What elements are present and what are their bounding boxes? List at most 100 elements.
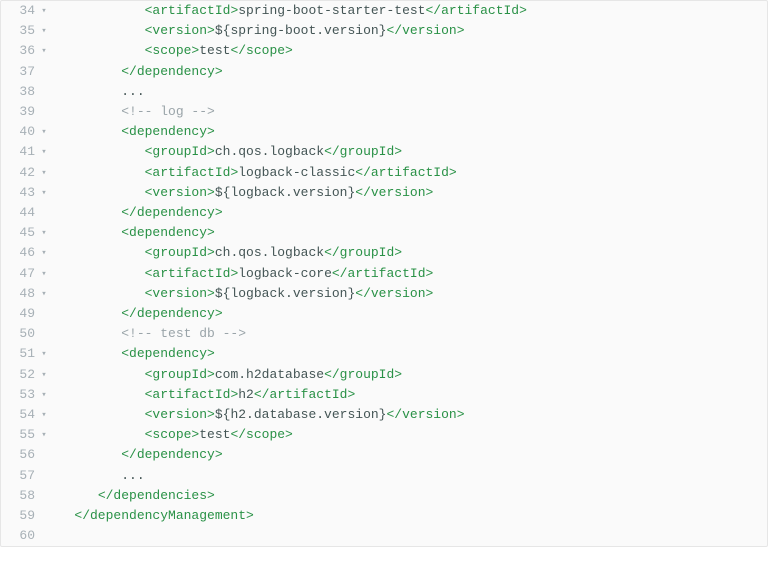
line-number: 59 [1, 506, 37, 526]
xml-tag: </artifactId> [355, 165, 456, 180]
code-line: 34▾ <artifactId>spring-boot-starter-test… [1, 1, 767, 21]
code-content: </dependencies> [51, 486, 767, 506]
xml-text: ${spring-boot.version} [215, 23, 387, 38]
line-number: 51 [1, 344, 37, 364]
line-number: 55 [1, 425, 37, 445]
line-number: 47 [1, 264, 37, 284]
fold-toggle-icon[interactable]: ▾ [37, 264, 51, 284]
fold-toggle-icon[interactable]: ▾ [37, 385, 51, 405]
line-number: 39 [1, 102, 37, 122]
line-number: 35 [1, 21, 37, 41]
line-number: 52 [1, 365, 37, 385]
code-line: 50 <!-- test db --> [1, 324, 767, 344]
xml-tag: <groupId> [145, 144, 215, 159]
xml-text: test [199, 427, 230, 442]
fold-toggle-icon[interactable]: ▾ [37, 405, 51, 425]
line-number: 57 [1, 466, 37, 486]
code-line: 37 </dependency> [1, 62, 767, 82]
xml-text: test [199, 43, 230, 58]
code-line: 60 [1, 526, 767, 546]
code-content: <artifactId>logback-core</artifactId> [51, 264, 767, 284]
code-content: <version>${logback.version}</version> [51, 284, 767, 304]
code-line: 46▾ <groupId>ch.qos.logback</groupId> [1, 243, 767, 263]
xml-text: com.h2database [215, 367, 324, 382]
xml-text: ${h2.database.version} [215, 407, 387, 422]
line-number: 58 [1, 486, 37, 506]
code-content: </dependencyManagement> [51, 506, 767, 526]
code-line: 52▾ <groupId>com.h2database</groupId> [1, 365, 767, 385]
line-number: 53 [1, 385, 37, 405]
fold-toggle-icon[interactable]: ▾ [37, 243, 51, 263]
code-content: <scope>test</scope> [51, 41, 767, 61]
code-content: ... [51, 466, 767, 486]
xml-tag: <groupId> [145, 245, 215, 260]
code-line: 39 <!-- log --> [1, 102, 767, 122]
fold-toggle-icon[interactable]: ▾ [37, 183, 51, 203]
xml-tag: </scope> [230, 427, 292, 442]
xml-text: h2 [238, 387, 254, 402]
fold-toggle-icon[interactable]: ▾ [37, 1, 51, 21]
code-line: 43▾ <version>${logback.version}</version… [1, 183, 767, 203]
code-line: 36▾ <scope>test</scope> [1, 41, 767, 61]
code-content: <groupId>ch.qos.logback</groupId> [51, 142, 767, 162]
xml-tag: </groupId> [324, 245, 402, 260]
line-number: 43 [1, 183, 37, 203]
xml-tag: <artifactId> [145, 266, 239, 281]
code-content: <artifactId>spring-boot-starter-test</ar… [51, 1, 767, 21]
code-content: </dependency> [51, 203, 767, 223]
fold-toggle-icon[interactable]: ▾ [37, 21, 51, 41]
code-content: <dependency> [51, 344, 767, 364]
code-content: <artifactId>h2</artifactId> [51, 385, 767, 405]
code-line: 54▾ <version>${h2.database.version}</ver… [1, 405, 767, 425]
line-number: 34 [1, 1, 37, 21]
code-content: <dependency> [51, 122, 767, 142]
xml-tag: </version> [386, 23, 464, 38]
xml-tag: <version> [145, 23, 215, 38]
fold-toggle-icon[interactable]: ▾ [37, 163, 51, 183]
code-content: <version>${h2.database.version}</version… [51, 405, 767, 425]
xml-tag: <dependency> [121, 346, 215, 361]
xml-tag: </dependency> [121, 447, 222, 462]
xml-tag: </artifactId> [425, 3, 526, 18]
fold-toggle-icon[interactable]: ▾ [37, 284, 51, 304]
line-number: 37 [1, 62, 37, 82]
xml-tag: </version> [355, 286, 433, 301]
line-number: 48 [1, 284, 37, 304]
code-line: 56 </dependency> [1, 445, 767, 465]
line-number: 49 [1, 304, 37, 324]
code-line: 47▾ <artifactId>logback-core</artifactId… [1, 264, 767, 284]
line-number: 38 [1, 82, 37, 102]
fold-toggle-icon[interactable]: ▾ [37, 344, 51, 364]
code-line: 48▾ <version>${logback.version}</version… [1, 284, 767, 304]
code-content: <version>${spring-boot.version}</version… [51, 21, 767, 41]
line-number: 42 [1, 163, 37, 183]
code-content: </dependency> [51, 62, 767, 82]
code-line: 35▾ <version>${spring-boot.version}</ver… [1, 21, 767, 41]
code-line: 41▾ <groupId>ch.qos.logback</groupId> [1, 142, 767, 162]
fold-toggle-icon[interactable]: ▾ [37, 223, 51, 243]
xml-tag: </artifactId> [332, 266, 433, 281]
xml-text: logback-core [238, 266, 332, 281]
code-line: 57 ... [1, 466, 767, 486]
code-line: 51▾ <dependency> [1, 344, 767, 364]
fold-toggle-icon[interactable]: ▾ [37, 425, 51, 445]
code-line: 53▾ <artifactId>h2</artifactId> [1, 385, 767, 405]
code-content: <artifactId>logback-classic</artifactId> [51, 163, 767, 183]
xml-tag: </dependencies> [98, 488, 215, 503]
xml-text: ${logback.version} [215, 286, 355, 301]
code-content: </dependency> [51, 304, 767, 324]
xml-tag: <artifactId> [145, 165, 239, 180]
code-line: 55▾ <scope>test</scope> [1, 425, 767, 445]
xml-text: spring-boot-starter-test [238, 3, 425, 18]
fold-toggle-icon[interactable]: ▾ [37, 122, 51, 142]
line-number: 54 [1, 405, 37, 425]
xml-tag: <groupId> [145, 367, 215, 382]
xml-tag: <dependency> [121, 124, 215, 139]
xml-text: ... [121, 468, 144, 483]
fold-toggle-icon[interactable]: ▾ [37, 41, 51, 61]
code-line: 49 </dependency> [1, 304, 767, 324]
xml-tag: </scope> [230, 43, 292, 58]
xml-tag: <version> [145, 286, 215, 301]
fold-toggle-icon[interactable]: ▾ [37, 142, 51, 162]
fold-toggle-icon[interactable]: ▾ [37, 365, 51, 385]
